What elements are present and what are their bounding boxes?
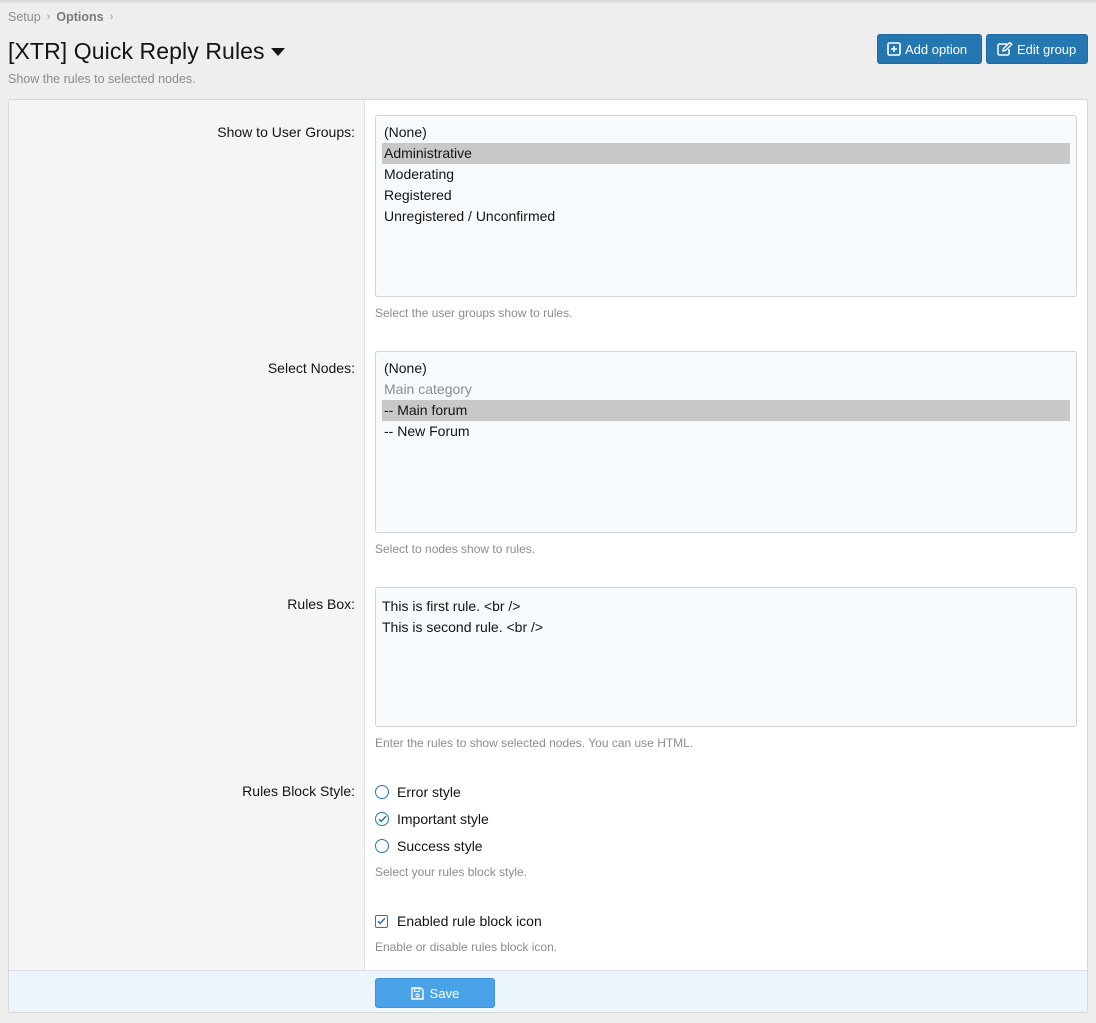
options-form: Show to User Groups: (None) Administrati…	[8, 99, 1088, 1013]
save-button[interactable]: Save	[375, 978, 495, 1008]
user-group-option[interactable]: Registered	[382, 185, 1070, 206]
breadcrumb: Setup › Options ›	[8, 10, 119, 24]
plus-square-icon	[887, 42, 901, 56]
save-icon	[410, 986, 424, 1000]
node-option[interactable]: -- New Forum	[382, 421, 1070, 442]
block-style-hint: Select your rules block style.	[375, 865, 528, 879]
page-description: Show the rules to selected nodes.	[8, 72, 196, 86]
top-border	[0, 0, 1096, 4]
radio-success-style[interactable]: Success style	[375, 836, 483, 856]
user-groups-select[interactable]: (None) Administrative Moderating Registe…	[375, 115, 1077, 297]
chevron-right-icon: ›	[109, 11, 114, 23]
user-group-option[interactable]: Administrative	[382, 143, 1070, 164]
block-style-label: Rules Block Style:	[242, 783, 355, 799]
nodes-label: Select Nodes:	[267, 360, 355, 376]
user-groups-label: Show to User Groups:	[217, 124, 355, 140]
breadcrumb-setup[interactable]: Setup	[8, 10, 41, 24]
checkbox-checked-icon[interactable]	[375, 914, 388, 928]
node-option: Main category	[384, 381, 472, 397]
user-groups-hint: Select the user groups show to rules.	[375, 306, 573, 320]
node-option[interactable]: -- Main forum	[382, 400, 1070, 421]
nodes-hint: Select to nodes show to rules.	[375, 542, 536, 556]
user-group-option[interactable]: (None)	[382, 122, 1070, 143]
breadcrumb-options[interactable]: Options	[56, 10, 103, 24]
save-label: Save	[429, 985, 460, 1001]
radio-checked-icon[interactable]	[375, 812, 389, 826]
title-row[interactable]: [XTR] Quick Reply Rules	[8, 36, 285, 66]
rules-box-label: Rules Box:	[287, 596, 355, 612]
rules-line: This is second rule. <br />	[382, 619, 544, 635]
radio-important-style[interactable]: Important style	[375, 809, 489, 829]
radio-error-style[interactable]: Error style	[375, 782, 461, 802]
rules-line: This is first rule. <br />	[382, 598, 521, 614]
radio-label: Success style	[397, 838, 483, 854]
add-option-label: Add option	[905, 41, 968, 57]
caret-down-icon[interactable]	[270, 48, 285, 56]
radio-icon[interactable]	[375, 785, 389, 799]
block-icon-hint: Enable or disable rules block icon.	[375, 940, 558, 954]
user-group-option[interactable]: Moderating	[382, 164, 1070, 185]
block-icon-label: Enabled rule block icon	[397, 913, 542, 929]
radio-icon[interactable]	[375, 839, 389, 853]
edit-group-label: Edit group	[1017, 41, 1077, 57]
radio-label: Important style	[397, 811, 489, 827]
chevron-right-icon: ›	[46, 11, 51, 23]
user-group-option[interactable]: Unregistered / Unconfirmed	[382, 206, 1070, 227]
add-option-button[interactable]: Add option	[877, 34, 982, 64]
block-icon-checkbox-row[interactable]: Enabled rule block icon	[375, 911, 542, 931]
page-title: [XTR] Quick Reply Rules	[8, 37, 265, 64]
edit-icon	[997, 42, 1013, 56]
rules-box-textarea[interactable]: This is first rule. <br /> This is secon…	[375, 587, 1077, 727]
nodes-select[interactable]: (None) Main category -- Main forum -- Ne…	[375, 351, 1077, 533]
edit-group-button[interactable]: Edit group	[986, 34, 1088, 64]
label-column	[9, 100, 365, 970]
rules-box-hint: Enter the rules to show selected nodes. …	[375, 736, 694, 750]
form-footer: Save	[9, 970, 1087, 1012]
radio-label: Error style	[397, 784, 461, 800]
node-option[interactable]: (None)	[382, 358, 1070, 379]
